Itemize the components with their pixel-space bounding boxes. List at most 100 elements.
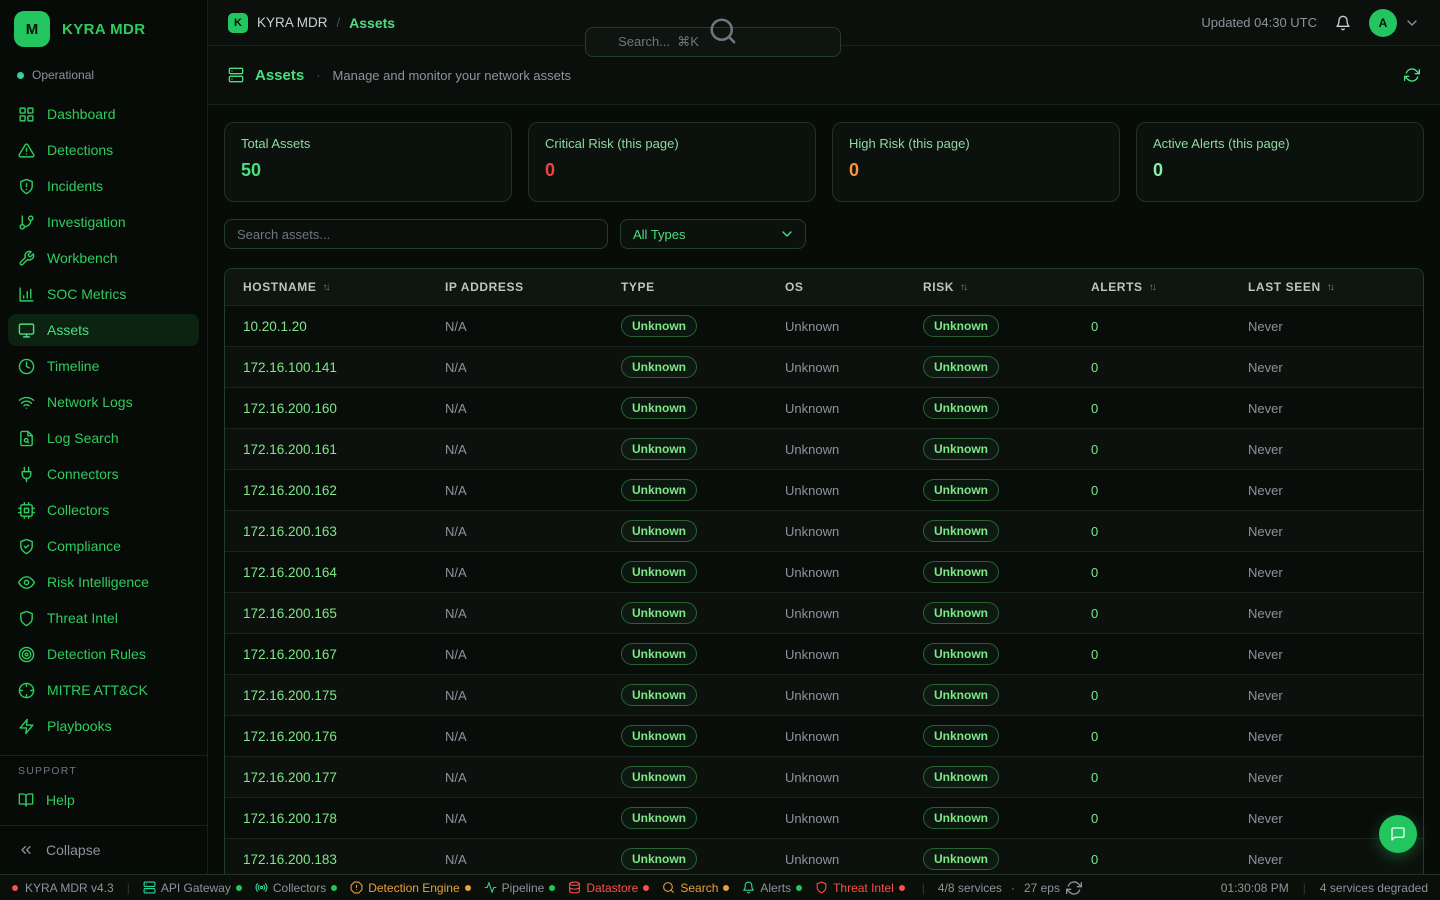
table-row[interactable]: 172.16.200.162N/AUnknownUnknownUnknown0N…	[225, 469, 1423, 510]
sidebar-item-timeline[interactable]: Timeline	[8, 350, 199, 382]
sidebar-item-assets[interactable]: Assets	[8, 314, 199, 346]
service-status-dot	[236, 885, 242, 891]
sidebar-item-playbooks[interactable]: Playbooks	[8, 710, 199, 742]
support-label: SUPPORT	[8, 765, 199, 784]
bell-icon	[1335, 15, 1351, 31]
main-area: K KYRA MDR / Assets Updated 04:30 UTC A	[208, 0, 1440, 874]
breadcrumb-app[interactable]: KYRA MDR	[257, 15, 328, 30]
sidebar-item-detection-rules[interactable]: Detection Rules	[8, 638, 199, 670]
cell-hostname[interactable]: 172.16.200.167	[225, 647, 427, 662]
user-menu[interactable]: A	[1369, 9, 1420, 37]
cell-last-seen: Never	[1230, 606, 1423, 621]
table-row[interactable]: 172.16.200.177N/AUnknownUnknownUnknown0N…	[225, 756, 1423, 797]
sidebar-item-investigation[interactable]: Investigation	[8, 206, 199, 238]
column-header-alerts[interactable]: ALERTS↑↓	[1073, 280, 1230, 294]
table-row[interactable]: 172.16.200.164N/AUnknownUnknownUnknown0N…	[225, 551, 1423, 592]
column-header-risk[interactable]: RISK↑↓	[905, 280, 1073, 294]
sidebar-item-detections[interactable]: Detections	[8, 134, 199, 166]
sidebar-item-label: Playbooks	[47, 718, 112, 734]
sidebar-item-connectors[interactable]: Connectors	[8, 458, 199, 490]
table-row[interactable]: 172.16.200.160N/AUnknownUnknownUnknown0N…	[225, 387, 1423, 428]
sidebar-item-collectors[interactable]: Collectors	[8, 494, 199, 526]
cell-alerts: 0	[1073, 565, 1230, 580]
sort-icon: ↑↓	[322, 282, 328, 293]
table-row[interactable]: 172.16.200.161N/AUnknownUnknownUnknown0N…	[225, 428, 1423, 469]
asset-search-input[interactable]	[224, 219, 608, 249]
cell-hostname[interactable]: 172.16.200.177	[225, 770, 427, 785]
type-filter-value: All Types	[633, 227, 686, 242]
cell-hostname[interactable]: 172.16.200.178	[225, 811, 427, 826]
cell-hostname[interactable]: 172.16.200.160	[225, 401, 427, 416]
wifi-icon	[18, 394, 35, 411]
notifications-button[interactable]	[1335, 15, 1351, 31]
column-header-last-seen[interactable]: LAST SEEN↑↓	[1230, 280, 1423, 294]
sidebar-item-risk-intelligence[interactable]: Risk Intelligence	[8, 566, 199, 598]
cell-hostname[interactable]: 172.16.200.161	[225, 442, 427, 457]
cell-os: Unknown	[767, 483, 905, 498]
table-row[interactable]: 172.16.200.167N/AUnknownUnknownUnknown0N…	[225, 633, 1423, 674]
table-row[interactable]: 172.16.100.141N/AUnknownUnknownUnknown0N…	[225, 346, 1423, 387]
shield-icon	[18, 610, 35, 627]
cell-hostname[interactable]: 10.20.1.20	[225, 319, 427, 334]
table-row[interactable]: 172.16.200.178N/AUnknownUnknownUnknown0N…	[225, 797, 1423, 838]
cell-alerts: 0	[1073, 729, 1230, 744]
cell-type: Unknown	[603, 807, 767, 829]
page-title: Assets	[255, 67, 304, 84]
alert-octagon-icon	[350, 881, 363, 894]
column-label: OS	[785, 280, 804, 294]
risk-badge: Unknown	[923, 315, 999, 337]
sidebar-item-label: Threat Intel	[47, 610, 118, 626]
column-header-hostname[interactable]: HOSTNAME↑↓	[225, 280, 427, 294]
sort-icon: ↑↓	[1327, 282, 1333, 293]
cell-hostname[interactable]: 172.16.200.176	[225, 729, 427, 744]
sidebar-item-dashboard[interactable]: Dashboard	[8, 98, 199, 130]
sidebar-item-identities[interactable]: Identities	[8, 746, 199, 755]
sidebar-item-label: Log Search	[47, 430, 119, 446]
type-filter-select[interactable]: All Types	[620, 219, 806, 249]
cell-type: Unknown	[603, 684, 767, 706]
sidebar-item-incidents[interactable]: Incidents	[8, 170, 199, 202]
sidebar-item-mitre-att-ck[interactable]: MITRE ATT&CK	[8, 674, 199, 706]
table-row[interactable]: 172.16.200.163N/AUnknownUnknownUnknown0N…	[225, 510, 1423, 551]
sidebar-item-workbench[interactable]: Workbench	[8, 242, 199, 274]
cell-ip: N/A	[427, 688, 603, 703]
sidebar-item-log-search[interactable]: Log Search	[8, 422, 199, 454]
type-badge: Unknown	[621, 684, 697, 706]
cell-ip: N/A	[427, 565, 603, 580]
cell-hostname[interactable]: 172.16.200.183	[225, 852, 427, 867]
cell-ip: N/A	[427, 483, 603, 498]
cell-alerts: 0	[1073, 770, 1230, 785]
column-label: IP ADDRESS	[445, 280, 524, 294]
sidebar-item-compliance[interactable]: Compliance	[8, 530, 199, 562]
service-name: Threat Intel	[833, 881, 894, 895]
operational-dot	[17, 72, 24, 79]
cell-hostname[interactable]: 172.16.200.175	[225, 688, 427, 703]
cell-last-seen: Never	[1230, 770, 1423, 785]
sidebar-item-threat-intel[interactable]: Threat Intel	[8, 602, 199, 634]
sidebar-item-soc-metrics[interactable]: SOC Metrics	[8, 278, 199, 310]
table-row[interactable]: 172.16.200.183N/AUnknownUnknownUnknown0N…	[225, 838, 1423, 874]
column-label: TYPE	[621, 280, 655, 294]
table-row[interactable]: 172.16.200.175N/AUnknownUnknownUnknown0N…	[225, 674, 1423, 715]
filters-row: All Types	[224, 219, 1424, 249]
cell-hostname[interactable]: 172.16.200.162	[225, 483, 427, 498]
eps-indicator: 27 eps	[1024, 880, 1082, 896]
cell-hostname[interactable]: 172.16.100.141	[225, 360, 427, 375]
avatar[interactable]: A	[1369, 9, 1397, 37]
cell-hostname[interactable]: 172.16.200.163	[225, 524, 427, 539]
refresh-button[interactable]	[1404, 67, 1420, 83]
table-row[interactable]: 172.16.200.165N/AUnknownUnknownUnknown0N…	[225, 592, 1423, 633]
app-version: KYRA MDR v4.3	[12, 881, 114, 895]
table-row[interactable]: 172.16.200.176N/AUnknownUnknownUnknown0N…	[225, 715, 1423, 756]
table-header-row: HOSTNAME↑↓ IP ADDRESS TYPE OS RISK↑↓ALERTS↑↓…	[225, 269, 1423, 305]
sort-icon: ↑↓	[1149, 282, 1155, 293]
table-row[interactable]: 10.20.1.20N/AUnknownUnknownUnknown0Never	[225, 305, 1423, 346]
sidebar-item-network-logs[interactable]: Network Logs	[8, 386, 199, 418]
chat-button[interactable]	[1379, 815, 1417, 853]
cell-hostname[interactable]: 172.16.200.164	[225, 565, 427, 580]
sort-icon: ↑↓	[960, 282, 966, 293]
cell-ip: N/A	[427, 524, 603, 539]
sidebar-item-help[interactable]: Help	[8, 784, 199, 816]
cell-hostname[interactable]: 172.16.200.165	[225, 606, 427, 621]
collapse-button[interactable]: Collapse	[8, 834, 199, 866]
